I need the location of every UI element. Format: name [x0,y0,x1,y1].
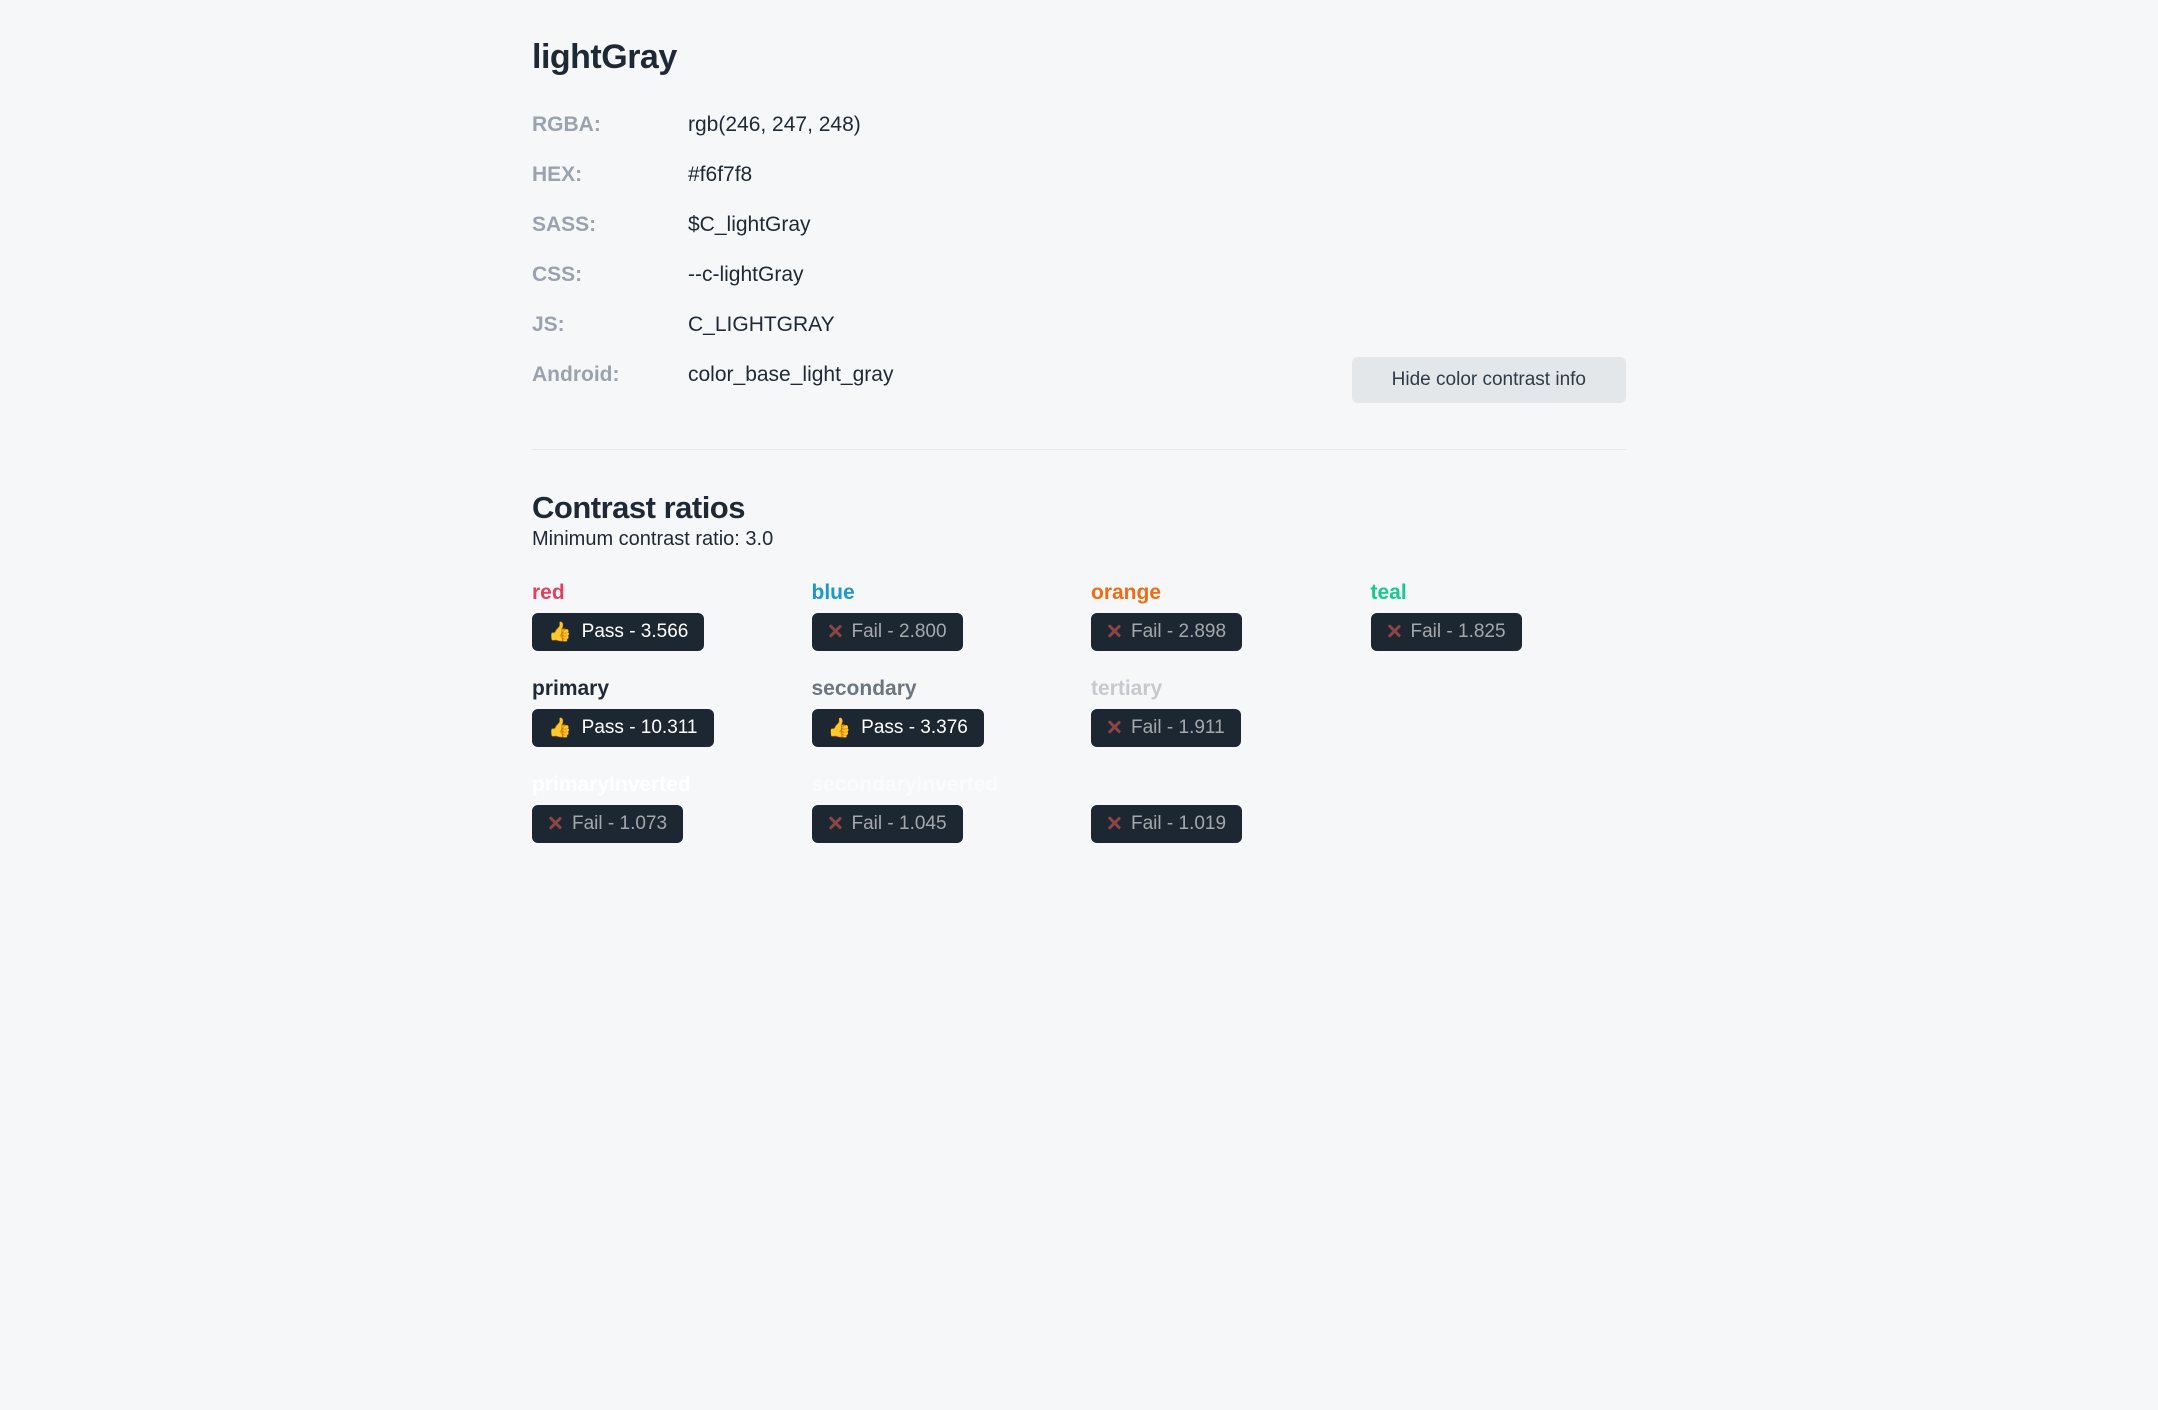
prop-label: CSS: [532,263,688,287]
contrast-grid: red 👍 Pass - 3.566 blue Fail - 2.800 orange Fa… [532,581,1626,843]
prop-label: JS: [532,313,688,337]
thumbs-up-icon: 👍 [828,719,852,738]
pass-badge: 👍 Pass - 3.376 [812,709,984,747]
x-icon [828,623,842,642]
swatch-name: orange [1091,581,1347,605]
pass-badge: 👍 Pass - 3.566 [532,613,704,651]
contrast-cell: blue Fail - 2.800 [812,581,1068,651]
prop-value: #f6f7f8 [688,163,752,187]
properties-table: RGBA: rgb(246, 247, 248) HEX: #f6f7f8 SA… [532,113,1352,387]
contrast-cell: tertiaryInverted Fail - 1.019 [1091,773,1347,843]
badge-text: Fail - 1.073 [572,813,667,835]
contrast-cell: red 👍 Pass - 3.566 [532,581,788,651]
prop-value: C_LIGHTGRAY [688,313,835,337]
prop-row-hex: HEX: #f6f7f8 [532,163,1352,187]
fail-badge: Fail - 1.045 [812,805,963,843]
thumbs-up-icon: 👍 [548,719,572,738]
prop-row-android: Android: color_base_light_gray [532,363,1352,387]
prop-row-rgba: RGBA: rgb(246, 247, 248) [532,113,1352,137]
properties-section: RGBA: rgb(246, 247, 248) HEX: #f6f7f8 SA… [532,113,1626,403]
swatch-name: tertiary [1091,677,1347,701]
prop-label: SASS: [532,213,688,237]
fail-badge: Fail - 2.898 [1091,613,1242,651]
contrast-cell [1371,677,1627,747]
contrast-subtitle: Minimum contrast ratio: 3.0 [532,528,1626,551]
fail-badge: Fail - 1.019 [1091,805,1242,843]
badge-text: Pass - 10.311 [582,717,698,739]
contrast-cell: tertiary Fail - 1.911 [1091,677,1347,747]
x-icon [1107,815,1121,834]
contrast-cell: secondaryInverted Fail - 1.045 [812,773,1068,843]
swatch-name: primaryInverted [532,773,788,797]
fail-badge: Fail - 1.073 [532,805,683,843]
swatch-name: blue [812,581,1068,605]
badge-text: Fail - 1.911 [1131,717,1225,739]
contrast-title: Contrast ratios [532,490,1626,526]
toggle-contrast-button[interactable]: Hide color contrast info [1352,357,1626,403]
badge-text: Fail - 1.825 [1411,621,1506,643]
swatch-name: red [532,581,788,605]
x-icon [1387,623,1401,642]
prop-label: RGBA: [532,113,688,137]
prop-label: HEX: [532,163,688,187]
page-title: lightGray [532,38,1626,77]
badge-text: Fail - 2.898 [1131,621,1226,643]
prop-value: rgb(246, 247, 248) [688,113,861,137]
prop-row-js: JS: C_LIGHTGRAY [532,313,1352,337]
x-icon [1107,623,1121,642]
fail-badge: Fail - 1.825 [1371,613,1522,651]
prop-label: Android: [532,363,688,387]
swatch-name: secondary [812,677,1068,701]
pass-badge: 👍 Pass - 10.311 [532,709,714,747]
divider [532,449,1626,450]
contrast-cell: primaryInverted Fail - 1.073 [532,773,788,843]
contrast-cell: teal Fail - 1.825 [1371,581,1627,651]
swatch-name: primary [532,677,788,701]
contrast-cell: primary 👍 Pass - 10.311 [532,677,788,747]
fail-badge: Fail - 2.800 [812,613,963,651]
badge-text: Pass - 3.566 [582,621,689,643]
fail-badge: Fail - 1.911 [1091,709,1241,747]
badge-text: Fail - 1.019 [1131,813,1226,835]
x-icon [828,815,842,834]
prop-row-sass: SASS: $C_lightGray [532,213,1352,237]
prop-value: --c-lightGray [688,263,804,287]
contrast-cell: secondary 👍 Pass - 3.376 [812,677,1068,747]
swatch-name: teal [1371,581,1627,605]
contrast-cell: orange Fail - 2.898 [1091,581,1347,651]
badge-text: Fail - 2.800 [852,621,947,643]
x-icon [1107,719,1121,738]
prop-row-css: CSS: --c-lightGray [532,263,1352,287]
badge-text: Pass - 3.376 [861,717,968,739]
swatch-name: secondaryInverted [812,773,1068,797]
prop-value: color_base_light_gray [688,363,893,387]
prop-value: $C_lightGray [688,213,811,237]
badge-text: Fail - 1.045 [852,813,947,835]
swatch-name: tertiaryInverted [1091,773,1347,797]
x-icon [548,815,562,834]
thumbs-up-icon: 👍 [548,623,572,642]
